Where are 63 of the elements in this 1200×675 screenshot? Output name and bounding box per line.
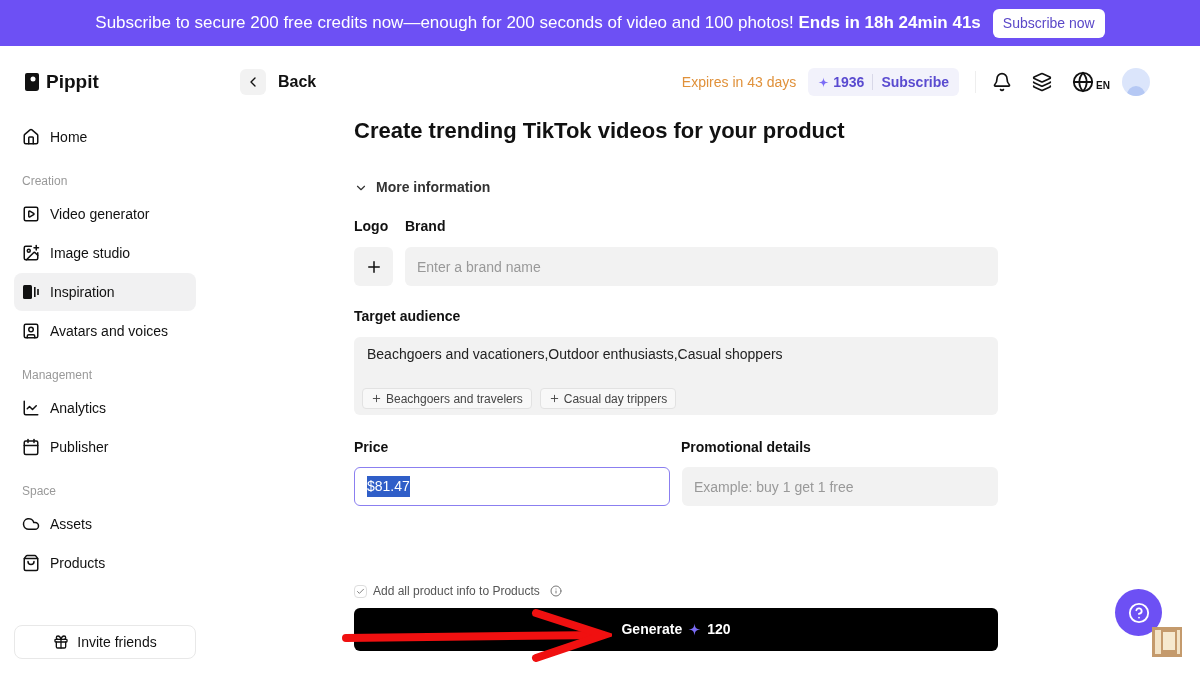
cloud-icon — [22, 515, 40, 533]
brand-field[interactable]: Enter a brand name — [405, 247, 998, 286]
chart-icon — [22, 399, 40, 417]
language-button[interactable]: EN — [1072, 71, 1110, 93]
generate-button[interactable]: Generate 120 — [354, 608, 998, 651]
checkbox[interactable] — [354, 584, 367, 598]
subscribe-now-button[interactable]: Subscribe now — [992, 8, 1105, 38]
calendar-icon — [22, 438, 40, 456]
film-frame-icon — [1151, 626, 1183, 658]
nav-item[interactable]: Assets — [14, 505, 196, 543]
checkbox-label: Add all product info to Products — [373, 583, 540, 600]
page-title: Create trending TikTok videos for your product — [354, 117, 846, 145]
notification-icon[interactable] — [992, 72, 1013, 92]
gift-icon — [53, 634, 70, 650]
back-button[interactable]: Back — [240, 69, 317, 95]
nav-item[interactable]: Video generator — [14, 195, 196, 233]
plus-icon — [371, 393, 382, 404]
field-label: Promotional details — [681, 438, 811, 457]
nav-item[interactable]: Publisher — [14, 428, 196, 466]
nav-item[interactable]: Home — [14, 118, 196, 156]
price-field[interactable]: $81.47 — [354, 467, 670, 506]
field-label: Logo — [354, 217, 390, 236]
nav-item[interactable]: Avatars and voices — [14, 312, 196, 350]
plus-icon — [548, 393, 560, 404]
audience-value: Beachgoers and vacationers,Outdoor enthusiasts,Casual shoppers — [366, 345, 784, 364]
home-icon — [22, 128, 40, 146]
add-logo-button[interactable] — [354, 247, 393, 286]
audience-field[interactable]: Beachgoers and vacationers,Outdoor enthusiasts,Casual shoppers Beachgoers and travelers Casual day trippers — [354, 337, 998, 415]
stack-icon[interactable] — [1032, 72, 1053, 92]
nav-item[interactable]: Analytics — [14, 389, 196, 427]
subscribe-button[interactable]: Subscribe — [881, 71, 950, 93]
suggestion-chip[interactable]: Casual day trippers — [539, 388, 677, 409]
bag-icon — [22, 554, 40, 572]
more-information-toggle[interactable]: More information — [354, 177, 491, 198]
check-icon — [356, 586, 365, 596]
brand-name: Pippit — [46, 69, 99, 94]
help-icon — [1127, 601, 1150, 624]
suggestion-chip[interactable]: Beachgoers and travelers — [362, 388, 532, 409]
field-label: Price — [354, 438, 390, 457]
field-label: Brand — [405, 217, 446, 236]
help-button[interactable] — [1115, 589, 1162, 636]
promo-field[interactable]: Example: buy 1 get 1 free — [682, 467, 998, 506]
expiry-text: Expires in 43 days — [681, 72, 797, 92]
field-label: Target audience — [354, 307, 462, 326]
image-icon — [22, 244, 40, 262]
nav-item[interactable]: Products — [14, 544, 196, 582]
avatar-icon — [22, 322, 40, 340]
info-icon[interactable] — [549, 585, 562, 597]
invite-friends-button[interactable]: Invite friends — [14, 625, 196, 659]
section-heading: Space — [21, 483, 58, 500]
banner-message: Subscribe to secure 200 free credits now—enough for 200 seconds of video and 100 photos! Ends in 18h 24min 41s — [95, 12, 981, 35]
price-value: $81.47 — [367, 476, 410, 497]
inspiration-icon — [22, 283, 40, 301]
sparkle-icon — [688, 623, 702, 636]
section-heading: Management — [21, 367, 94, 384]
sparkle-icon — [818, 76, 830, 88]
logo-icon — [24, 72, 40, 92]
nav-item[interactable]: Inspiration — [14, 273, 196, 311]
nav-item[interactable]: Image studio — [14, 234, 196, 272]
globe-icon — [1072, 71, 1095, 93]
section-heading: Creation — [21, 173, 69, 190]
video-icon — [22, 205, 40, 223]
credit-count: 1936 — [818, 71, 865, 93]
